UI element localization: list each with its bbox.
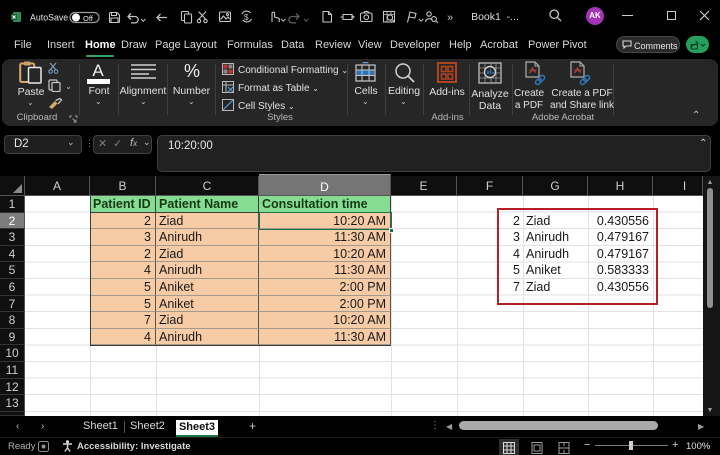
svg-text:Off: Off [83, 14, 94, 23]
svg-text:AutoSave: AutoSave [30, 13, 68, 23]
svg-text:$: $ [244, 13, 249, 22]
